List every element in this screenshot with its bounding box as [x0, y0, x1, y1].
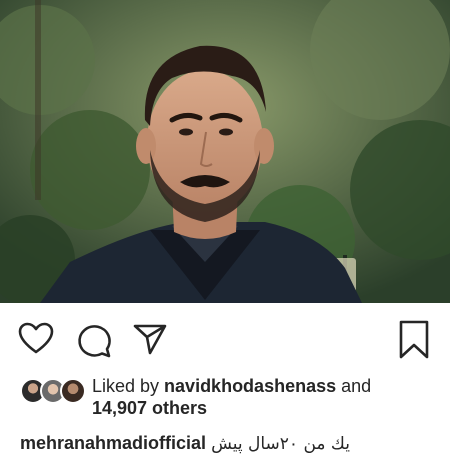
likes-prefix: Liked by: [92, 376, 165, 396]
portrait-illustration: [0, 0, 450, 303]
liker-avatars[interactable]: [20, 378, 86, 404]
heart-icon[interactable]: [18, 322, 54, 356]
avatar: [60, 378, 86, 404]
caption-username[interactable]: mehranahmadiofficial: [20, 433, 206, 453]
comment-icon[interactable]: [76, 322, 112, 358]
caption-text: يك من ٢٠سال پيش: [211, 434, 350, 454]
instagram-post: Liked by navidkhodashenass and 14,907 ot…: [0, 0, 450, 468]
bookmark-icon[interactable]: [397, 320, 431, 360]
action-bar: [0, 316, 450, 362]
post-photo[interactable]: [0, 0, 450, 303]
others-count-link[interactable]: 14,907 others: [92, 398, 207, 418]
likes-summary: Liked by navidkhodashenass and 14,907 ot…: [0, 372, 450, 422]
likes-text: Liked by navidkhodashenass and 14,907 ot…: [92, 375, 422, 419]
likes-joiner: and: [336, 376, 372, 396]
top-liker-link[interactable]: navidkhodashenass: [164, 376, 336, 396]
share-icon[interactable]: [133, 322, 167, 356]
caption: mehranahmadiofficial يك من ٢٠سال پيش: [20, 430, 440, 460]
